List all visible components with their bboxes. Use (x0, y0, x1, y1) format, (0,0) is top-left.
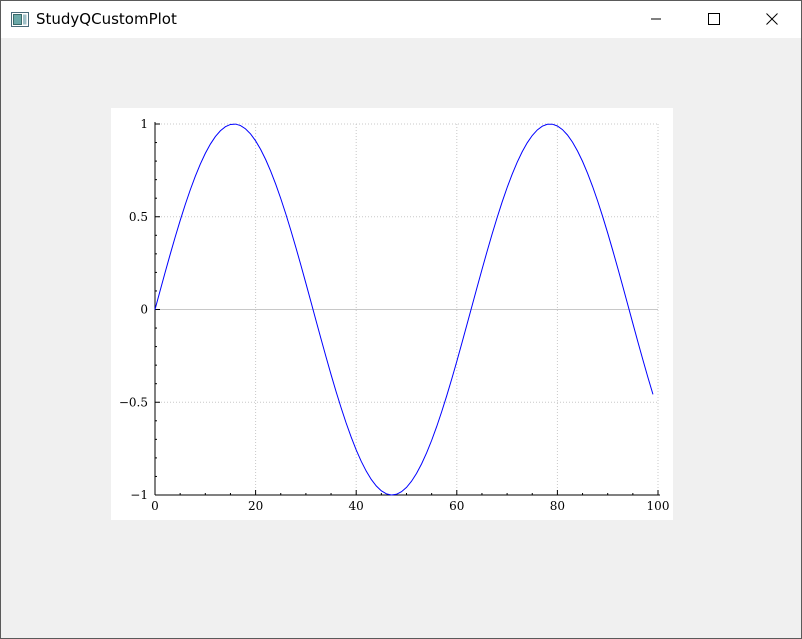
x-tick-label: 60 (449, 499, 464, 513)
x-tick-label: 0 (151, 499, 159, 513)
window-title: StudyQCustomPlot (36, 10, 177, 28)
maximize-button[interactable] (685, 1, 743, 38)
close-icon (766, 10, 778, 29)
y-tick-label: −1 (130, 488, 148, 502)
x-tick-label: 40 (349, 499, 364, 513)
maximize-icon (708, 10, 720, 29)
x-tick-label: 80 (550, 499, 565, 513)
close-button[interactable] (743, 1, 801, 38)
minimize-icon (650, 10, 662, 29)
minimize-button[interactable] (627, 1, 685, 38)
y-tick-label: 1 (140, 117, 148, 131)
x-tick-label: 100 (647, 499, 670, 513)
app-window-icon (11, 12, 29, 31)
y-tick-label: −0.5 (119, 395, 148, 409)
x-tick-label: 20 (248, 499, 263, 513)
app-window: StudyQCustomPlot 0 20 40 60 80 100 1 0.5 0 −0.5 −1 (0, 0, 802, 639)
title-bar[interactable]: StudyQCustomPlot (1, 1, 801, 38)
y-tick-label: 0 (140, 303, 148, 317)
plot-svg: 0 20 40 60 80 100 1 0.5 0 −0.5 −1 (119, 117, 670, 513)
y-tick-label: 0.5 (129, 210, 148, 224)
custom-plot[interactable]: 0 20 40 60 80 100 1 0.5 0 −0.5 −1 (111, 108, 673, 520)
